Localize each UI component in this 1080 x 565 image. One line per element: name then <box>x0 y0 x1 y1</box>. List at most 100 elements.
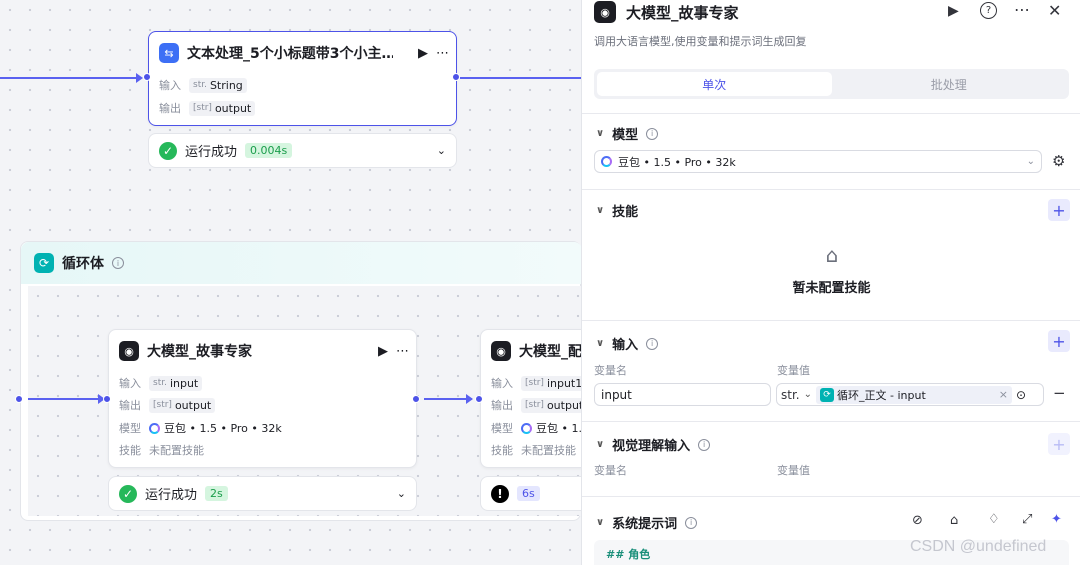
text-process-icon: ⇆ <box>159 43 179 63</box>
prompt-first-line: ## 角色 <box>606 548 651 561</box>
loop-port[interactable] <box>15 395 23 403</box>
time-badge: 2s <box>205 486 228 501</box>
expand-icon[interactable]: ⤢ <box>1022 512 1032 527</box>
input-value-field[interactable]: str. ⌄ ⟳ 循环_正文 - input × ⊙ <box>776 383 1044 406</box>
text-node[interactable]: ⇆ 文本处理_5个小标题带3个小主… ▶ ⋯ 输入 str. String 输出 … <box>148 31 457 126</box>
skill-value: 未配置技能 <box>521 444 576 457</box>
chevron-down-icon[interactable]: ∨ <box>596 338 604 349</box>
input-chip: str. String <box>189 77 247 93</box>
panel-description: 调用大语言模型,使用变量和提示词生成回复 <box>594 35 807 48</box>
chevron-down-icon[interactable]: ∨ <box>596 205 604 216</box>
info-icon[interactable]: i <box>646 127 659 140</box>
compass-icon[interactable]: ⊘ <box>912 513 923 528</box>
time-badge: 0.004s <box>245 143 293 158</box>
skill-label: 技能 <box>491 444 513 457</box>
col-var-name: 变量名 <box>594 364 627 377</box>
chevron-down-icon[interactable]: ⌄ <box>804 389 812 400</box>
edge-in-text <box>0 77 140 79</box>
doubao-icon <box>601 156 612 167</box>
mode-tabs: 单次 批处理 <box>594 69 1069 99</box>
more-icon[interactable]: ⋯ <box>1014 0 1030 19</box>
loop-icon: ⟳ <box>820 387 834 402</box>
model-label: 模型 <box>491 422 513 435</box>
help-icon[interactable]: ? <box>980 2 997 19</box>
model-label: 模型 <box>119 422 141 435</box>
input-port[interactable] <box>475 395 483 403</box>
run-status-card[interactable]: ✓ 运行成功 0.004s ⌄ <box>148 133 457 168</box>
ai-sparkle-icon[interactable]: ✦ <box>1051 512 1062 527</box>
chevron-down-icon[interactable]: ⌄ <box>397 487 406 500</box>
col-var-value: 变量值 <box>777 364 810 377</box>
chevron-down-icon[interactable]: ∨ <box>596 517 604 528</box>
add-input-button[interactable]: + <box>1048 330 1070 352</box>
input-label: 输入 <box>159 79 181 92</box>
llm-icon: ◉ <box>491 341 511 361</box>
skill-label: 技能 <box>119 444 141 457</box>
input-label: 输入 <box>491 377 513 390</box>
ref-chip: ⟳ 循环_正文 - input × <box>816 385 1012 404</box>
output-chip: [str] output <box>149 397 216 413</box>
input-port[interactable] <box>143 73 151 81</box>
section-input-title: 输入 <box>612 338 639 353</box>
chevron-down-icon[interactable]: ∨ <box>596 439 604 450</box>
loop-icon: ⟳ <box>34 253 54 273</box>
run-icon[interactable]: ▶ <box>378 344 388 359</box>
output-chip: [str] output <box>189 100 256 116</box>
time-badge: 6s <box>517 486 540 501</box>
chevron-down-icon: ⌄ <box>1026 156 1035 167</box>
output-port[interactable] <box>412 395 420 403</box>
output-label: 输出 <box>159 102 181 115</box>
status-text: 运行成功 <box>145 488 198 503</box>
doubao-icon <box>521 422 532 434</box>
target-icon[interactable]: ⊙ <box>1016 388 1026 402</box>
run-icon[interactable]: ▶ <box>948 3 959 19</box>
edge-between-nodes <box>424 398 472 400</box>
success-icon: ✓ <box>119 484 137 503</box>
error-icon: ! <box>491 484 509 503</box>
type-select[interactable]: str. <box>781 388 800 402</box>
more-icon[interactable]: ⋯ <box>436 46 449 61</box>
add-vision-input-button[interactable]: + <box>1048 433 1070 455</box>
model-value: 豆包 • 1.5 • Pro • 32k <box>164 422 282 435</box>
status-text: 运行成功 <box>185 145 238 160</box>
run-status-card[interactable]: ✓ 运行成功 2s ⌄ <box>108 476 417 511</box>
gear-icon[interactable]: ⚙ <box>1052 152 1065 170</box>
output-port[interactable] <box>452 73 460 81</box>
node-title: 大模型_配 <box>519 344 582 360</box>
input-chip: [str] input1 <box>521 375 587 391</box>
input-label: 输入 <box>119 377 141 390</box>
col-var-name: 变量名 <box>594 464 627 477</box>
llm-icon: ◉ <box>119 341 139 361</box>
model-select[interactable]: 豆包 • 1.5 • Pro • 32k ⌄ <box>594 150 1042 173</box>
watermark: CSDN @undefined <box>910 538 1047 555</box>
input-name-field[interactable]: input <box>594 383 771 406</box>
info-icon[interactable]: i <box>112 257 124 269</box>
info-icon[interactable]: i <box>646 337 659 350</box>
output-label: 输出 <box>491 399 513 412</box>
info-icon[interactable]: i <box>698 438 711 451</box>
remove-icon[interactable]: − <box>1053 384 1066 402</box>
node-config-panel: ◉ 大模型_故事专家 ▶ ? ⋯ ✕ 调用大语言模型,使用变量和提示词生成回复 … <box>581 0 1080 565</box>
chevron-down-icon[interactable]: ∨ <box>596 128 604 139</box>
more-icon[interactable]: ⋯ <box>396 344 409 359</box>
tab-batch[interactable]: 批处理 <box>832 72 1067 96</box>
input-port[interactable] <box>103 395 111 403</box>
clear-icon[interactable]: × <box>999 388 1008 401</box>
llm-node[interactable]: ◉ 大模型_故事专家 ▶ ⋯ 输入 str. input 输出 [str] outp… <box>108 329 417 468</box>
run-icon[interactable]: ▶ <box>418 46 428 61</box>
col-var-value: 变量值 <box>777 464 810 477</box>
model-select-value: 豆包 • 1.5 • Pro • 32k <box>618 155 736 169</box>
node-title: 大模型_故事专家 <box>147 344 252 360</box>
section-skills-title: 技能 <box>612 205 639 220</box>
bulb-icon[interactable]: ♢ <box>988 512 1000 527</box>
edge-arrowhead <box>136 73 143 83</box>
close-icon[interactable]: ✕ <box>1048 1 1061 20</box>
output-chip: [str] output <box>521 397 588 413</box>
add-skill-button[interactable]: + <box>1048 199 1070 221</box>
section-vision-title: 视觉理解输入 <box>612 439 691 454</box>
chevron-down-icon[interactable]: ⌄ <box>437 144 446 157</box>
info-icon[interactable]: i <box>685 516 698 529</box>
loop-title: 循环体 <box>62 256 104 272</box>
tab-single[interactable]: 单次 <box>597 72 832 96</box>
library-icon[interactable]: ⌂ <box>950 513 958 528</box>
